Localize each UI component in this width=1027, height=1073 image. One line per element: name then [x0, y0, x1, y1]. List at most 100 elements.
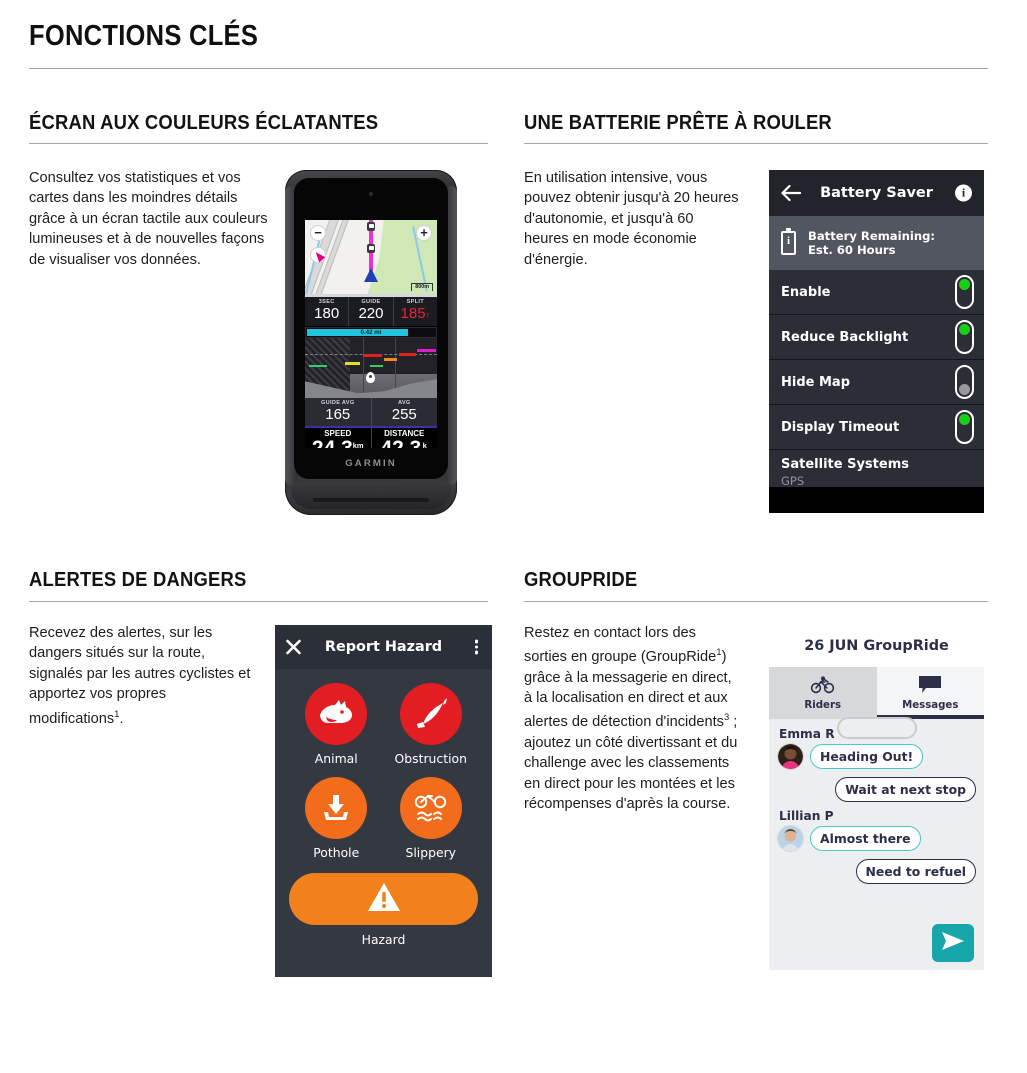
device-screen: − + 800m 3SEC 180 GUIDE 220 SPLIT 185 ↑ … [305, 220, 437, 448]
battery-remaining-label: Battery Remaining: [808, 228, 936, 243]
hazard-body-text: Recevez des alertes, sur les dangers sit… [29, 625, 251, 727]
data-fields-average: GUIDE AVG 165 AVG 255 [305, 398, 437, 426]
toggle-knob [959, 384, 970, 395]
field-value: 24.3 [312, 437, 353, 449]
slippery-bike-icon [399, 777, 462, 839]
battery-remaining-row: Battery Remaining: Est. 60 Hours [769, 216, 984, 270]
setting-row-enable[interactable]: Enable [769, 270, 984, 315]
section-body-display: Consultez vos statistiques et vos cartes… [29, 170, 268, 268]
sender-name-emma: Emma R [779, 727, 835, 741]
hazard-primary-button[interactable] [289, 873, 478, 925]
message-row-incoming: Almost there [777, 825, 976, 852]
field-unit: kmh [353, 442, 364, 448]
speed-field: SPEED 24.3kmh [305, 428, 371, 448]
groupride-title: 26 JUN GroupRide [769, 625, 984, 667]
battery-remaining-value: Est. 60 Hours [808, 243, 896, 257]
tab-label: Riders [804, 700, 842, 711]
section-heading-display: ÉCRAN AUX COULEURS ÉCLATANTES [29, 111, 379, 134]
tab-messages[interactable]: Messages [876, 667, 984, 719]
tab-riders[interactable]: Riders [769, 667, 877, 719]
field-unit-top: km [352, 440, 364, 448]
hazard-option-animal[interactable]: Animal [289, 683, 384, 766]
elevation-profile [305, 338, 437, 398]
section-heading-groupride: GROUPRIDE [524, 568, 638, 591]
field-value: 220 [358, 305, 384, 322]
section-divider-display [29, 143, 488, 144]
pothole-icon [305, 777, 368, 839]
hazard-option-pothole[interactable]: Pothole [289, 777, 384, 860]
message-row-outgoing: Wait at next stop [777, 777, 976, 802]
feature-sheet: FONCTIONS CLÉS ÉCRAN AUX COULEURS ÉCLATA… [0, 0, 1027, 1073]
close-icon[interactable] [286, 639, 301, 655]
hazard-type-grid: Animal Obstruction Pothole Slippery [275, 669, 492, 871]
setting-row-reduce-backlight[interactable]: Reduce Backlight [769, 315, 984, 360]
map-waypoint-icon [367, 222, 375, 231]
send-icon [941, 931, 965, 955]
distance-field: DISTANCE 42.3km [370, 428, 438, 449]
hazard-primary-label: Hazard [361, 932, 406, 947]
info-icon[interactable]: i [955, 184, 972, 202]
setting-row-hide-map[interactable]: Hide Map [769, 360, 984, 405]
compass-icon[interactable] [310, 247, 326, 263]
section-divider-battery [524, 143, 988, 144]
field-value: 165 [325, 406, 351, 423]
garmin-logo: GARMIN [345, 458, 397, 469]
section-divider-hazard [29, 601, 488, 602]
title-divider [29, 68, 988, 69]
section-body-battery: En utilisation intensive, vous pouvez ob… [524, 170, 739, 268]
report-hazard-header: Report Hazard [275, 625, 492, 669]
toggle-reduce-backlight[interactable] [955, 320, 974, 354]
toggle-hide-map[interactable] [955, 365, 974, 399]
profile-segment [384, 358, 398, 361]
groupride-body-a: Restez en contact lors des sorties en gr… [524, 625, 717, 666]
section-body-groupride: Restez en contact lors des sorties en gr… [524, 623, 742, 814]
field-value: 42.3 [380, 437, 421, 449]
message-bubble-incoming: Almost there [810, 826, 921, 851]
chat-bubble-icon [918, 675, 942, 698]
field-value: 180 [314, 305, 340, 322]
groupride-message-list[interactable]: Emma R Heading Out! Wait at next stop Li… [769, 719, 984, 884]
more-vertical-icon[interactable] [474, 638, 478, 657]
battery-saver-panel: Battery Saver i Battery Remaining: Est. … [769, 170, 984, 513]
zoom-in-icon[interactable]: + [416, 225, 432, 241]
toggle-display-timeout[interactable] [955, 410, 974, 444]
hazard-option-slippery[interactable]: Slippery [384, 777, 479, 860]
profile-segment [417, 349, 436, 352]
tab-label: Messages [902, 700, 959, 711]
profile-gridline [363, 338, 365, 398]
profile-segment [308, 365, 328, 367]
section-heading-battery: UNE BATTERIE PRÊTE À ROULER [524, 111, 832, 134]
setting-label: Satellite Systems [781, 457, 909, 472]
panel-title: Battery Saver [820, 185, 933, 201]
field-value-wrap: 42.3km [372, 437, 438, 449]
data-field: GUIDE 220 [348, 297, 392, 326]
setting-row-display-timeout[interactable]: Display Timeout [769, 405, 984, 450]
map-view[interactable]: − + 800m [305, 220, 437, 294]
profile-segment [369, 365, 383, 367]
send-button[interactable] [932, 924, 974, 962]
profile-segment [398, 353, 416, 356]
groupride-tabs: Riders Messages [769, 667, 984, 719]
toggle-enable[interactable] [955, 275, 974, 309]
hazard-body-period: . [119, 710, 124, 727]
device-bottom-bezel [291, 483, 451, 509]
field-value-wrap: 24.3kmh [305, 437, 371, 449]
device-sensor-icon [369, 192, 373, 196]
data-fields-bottom: SPEED 24.3kmh DISTANCE 42.3km [305, 426, 437, 448]
profile-segment [344, 362, 361, 365]
field-value: 255 [391, 406, 417, 423]
data-field: SPLIT 185 [392, 297, 437, 326]
setting-label: Reduce Backlight [781, 329, 909, 345]
zoom-out-icon[interactable]: − [310, 225, 326, 241]
field-unit-top: k [422, 440, 427, 448]
back-arrow-icon[interactable] [781, 184, 802, 202]
data-field: GUIDE AVG 165 [305, 398, 371, 426]
data-fields-top: 3SEC 180 GUIDE 220 SPLIT 185 [305, 297, 437, 327]
hazard-option-obstruction[interactable]: Obstruction [384, 683, 479, 766]
profile-position-pin-icon [365, 372, 375, 383]
message-bubble-outgoing: Wait at next stop [835, 777, 976, 802]
garmin-edge-device: − + 800m 3SEC 180 GUIDE 220 SPLIT 185 ↑ … [285, 170, 457, 515]
map-scale-label: 800m [411, 283, 433, 291]
avatar-emma [777, 743, 804, 770]
battery-saver-header: Battery Saver i [769, 170, 984, 216]
